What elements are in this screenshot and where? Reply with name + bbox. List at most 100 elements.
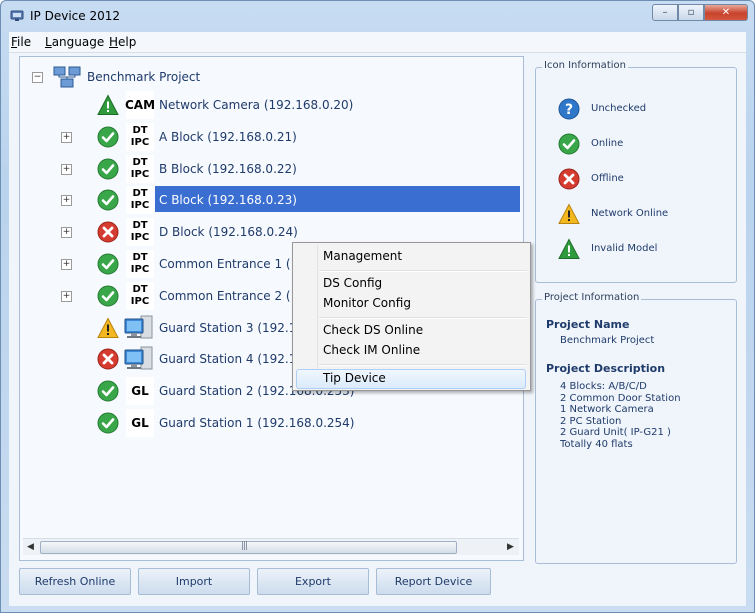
menu-item-management[interactable]: Management bbox=[323, 249, 402, 263]
refresh-online-button[interactable]: Refresh Online bbox=[19, 568, 131, 595]
invalid-model-legend-icon bbox=[558, 238, 580, 259]
scroll-right-arrow[interactable]: ▶ bbox=[507, 542, 514, 552]
context-menu-separator bbox=[319, 270, 527, 272]
menu-file[interactable]: File bbox=[11, 35, 31, 49]
device-type-text: IPC bbox=[130, 264, 150, 275]
expand-toggle[interactable]: + bbox=[61, 163, 72, 175]
app-window: IP Device 2012 – ▫ ✕ File Language Help … bbox=[0, 0, 755, 613]
project-description-line: Totally 40 flats bbox=[560, 438, 633, 450]
context-menu-separator bbox=[319, 364, 527, 366]
project-description-line: 1 Network Camera bbox=[560, 404, 654, 415]
expand-toggle[interactable]: + bbox=[61, 259, 72, 270]
tree-row[interactable]: CAM Network Camera (192.168.0.20) bbox=[20, 91, 520, 121]
import-button[interactable]: Import bbox=[138, 568, 250, 595]
menu-item-check-ds-online[interactable]: Check DS Online bbox=[323, 323, 423, 337]
device-type-label: DT IPC bbox=[126, 250, 154, 278]
minimize-button[interactable]: – bbox=[652, 4, 678, 21]
menu-item-check-im-online[interactable]: Check IM Online bbox=[323, 343, 420, 357]
scroll-left-arrow[interactable]: ◀ bbox=[27, 542, 34, 552]
project-name-heading: Project Name bbox=[546, 318, 630, 331]
online-status-icon bbox=[97, 253, 119, 275]
device-type-label: DT IPC bbox=[126, 122, 154, 151]
window-title: IP Device 2012 bbox=[30, 9, 120, 23]
expand-toggle[interactable]: + bbox=[61, 227, 72, 239]
project-description-line: 2 Guard Unit( IP-G21 ) bbox=[560, 427, 671, 438]
device-type-label: DT IPC bbox=[126, 154, 154, 183]
network-online-legend-icon bbox=[558, 203, 580, 224]
menu-language[interactable]: Language bbox=[45, 35, 104, 49]
legend-label: Network Online bbox=[591, 208, 669, 219]
device-type-text: IPC bbox=[130, 168, 150, 180]
project-information-group: Project Information Project Name Benchma… bbox=[535, 292, 737, 564]
menu-item-ds-config[interactable]: DS Config bbox=[323, 276, 382, 290]
menu-help-mnemonic: H bbox=[109, 35, 119, 49]
project-information-title: Project Information bbox=[542, 292, 642, 303]
menu-item-tip-device[interactable]: Tip Device bbox=[323, 371, 386, 385]
context-menu-gutter bbox=[317, 245, 318, 388]
project-description-heading: Project Description bbox=[546, 362, 666, 375]
device-type-text: DT bbox=[132, 220, 148, 232]
legend-label: Invalid Model bbox=[591, 243, 658, 254]
online-status-icon bbox=[97, 126, 119, 148]
network-project-icon bbox=[53, 66, 81, 88]
device-type-text: DT bbox=[132, 156, 148, 168]
device-label: Network Camera (192.168.0.20) bbox=[159, 98, 354, 112]
device-label: Common Entrance 2 (192 bbox=[159, 288, 314, 303]
online-legend-icon bbox=[558, 133, 580, 155]
pc-station-icon bbox=[124, 315, 153, 339]
project-root-label: Benchmark Project bbox=[87, 70, 201, 84]
device-type-label: DT IPC bbox=[126, 218, 154, 247]
restore-button[interactable]: ▫ bbox=[678, 4, 704, 21]
device-label: B Block (192.168.0.22) bbox=[159, 161, 297, 176]
device-type-text: DT bbox=[132, 252, 148, 263]
menu-help[interactable]: Help bbox=[109, 35, 136, 49]
device-type-text: CAM bbox=[124, 98, 156, 112]
tree-root[interactable]: − Benchmark Project bbox=[20, 65, 500, 89]
device-type-text: DT bbox=[132, 283, 148, 295]
expand-toggle[interactable]: + bbox=[61, 131, 72, 143]
offline-legend-icon bbox=[558, 168, 580, 190]
device-type-text: DT bbox=[132, 188, 148, 200]
tree-row[interactable]: + DT IPC A Block (192.168.0.21) bbox=[20, 122, 520, 153]
expand-toggle[interactable]: + bbox=[61, 195, 72, 207]
online-status-icon bbox=[97, 380, 119, 402]
context-menu-separator bbox=[319, 317, 527, 319]
icon-information-title: Icon Information bbox=[542, 60, 628, 71]
offline-status-icon bbox=[97, 348, 119, 370]
pc-station-icon bbox=[124, 346, 153, 370]
offline-status-icon bbox=[97, 221, 119, 243]
collapse-toggle[interactable]: − bbox=[32, 72, 43, 83]
scroll-grip: ||| bbox=[241, 541, 248, 551]
menu-item-monitor-config[interactable]: Monitor Config bbox=[323, 296, 411, 310]
close-button[interactable]: ✕ bbox=[704, 4, 748, 21]
device-label: C Block (192.168.0.23) bbox=[159, 193, 297, 208]
tree-row[interactable]: + DT IPC C Block (192.168.0.23) bbox=[20, 186, 520, 216]
device-label: Common Entrance 1 (192 bbox=[159, 257, 314, 271]
device-type-label: GL bbox=[126, 409, 154, 437]
device-type-text: IPC bbox=[130, 136, 150, 148]
title-bar[interactable]: IP Device 2012 – ▫ ✕ bbox=[1, 1, 754, 31]
menu-help-label: elp bbox=[118, 35, 137, 49]
project-description-line: 2 PC Station bbox=[560, 415, 622, 427]
online-status-icon bbox=[97, 158, 119, 180]
device-type-label: DT IPC bbox=[126, 281, 154, 310]
icon-information-group: Icon Information ? Unchecked Online Offli… bbox=[535, 60, 737, 283]
scroll-thumb[interactable]: ||| bbox=[40, 541, 457, 554]
horizontal-scrollbar[interactable]: ◀ ||| ▶ bbox=[23, 538, 519, 555]
device-label: Guard Station 1 (192.168.0.254) bbox=[159, 416, 355, 430]
menu-language-label: anguage bbox=[51, 35, 105, 49]
report-device-button[interactable]: Report Device bbox=[376, 568, 491, 595]
device-type-text: GL bbox=[131, 416, 149, 430]
online-status-icon bbox=[97, 412, 119, 434]
export-button[interactable]: Export bbox=[257, 568, 369, 595]
device-type-label: DT IPC bbox=[126, 186, 154, 215]
menu-bar: File Language Help bbox=[9, 32, 746, 53]
tree-row[interactable]: + DT IPC B Block (192.168.0.22) bbox=[20, 154, 520, 185]
device-type-text: IPC bbox=[130, 200, 150, 212]
device-type-text: IPC bbox=[130, 232, 150, 244]
unchecked-legend-icon: ? bbox=[558, 98, 580, 120]
tree-row[interactable]: GL Guard Station 1 (192.168.0.254) bbox=[20, 409, 520, 439]
expand-toggle[interactable]: + bbox=[61, 290, 72, 302]
invalid-model-status-icon bbox=[97, 94, 119, 115]
menu-language-mnemonic: L bbox=[45, 35, 52, 49]
